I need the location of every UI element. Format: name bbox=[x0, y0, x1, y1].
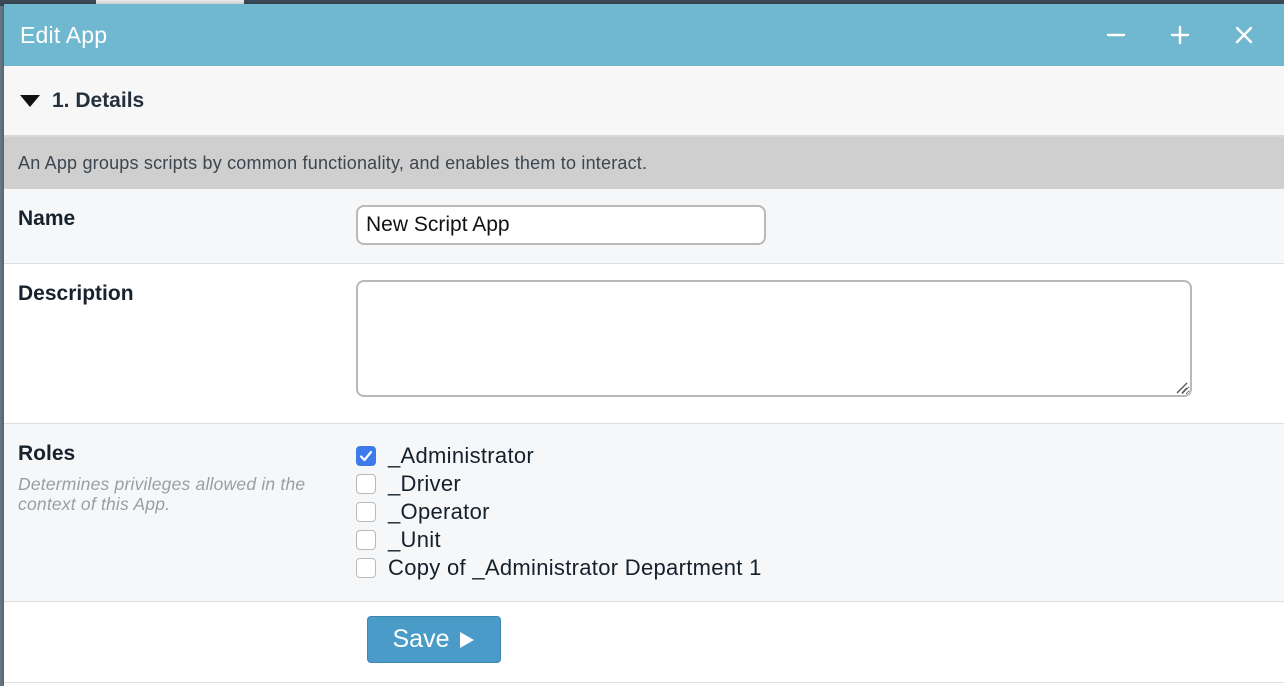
edit-app-dialog: Edit App 1. Details An App groups script… bbox=[4, 4, 1284, 686]
save-row: Save bbox=[4, 602, 1284, 683]
save-label: Save bbox=[392, 625, 450, 653]
minimize-button[interactable] bbox=[1084, 4, 1148, 66]
roles-hint: Determines privileges allowed in the con… bbox=[18, 474, 306, 514]
section-title: 1. Details bbox=[52, 88, 145, 112]
description-label: Description bbox=[18, 282, 134, 305]
checkbox[interactable] bbox=[356, 502, 376, 522]
checkbox[interactable] bbox=[356, 558, 376, 578]
roles-label: Roles bbox=[18, 442, 76, 465]
details-section-header[interactable]: 1. Details bbox=[4, 66, 1284, 137]
checkbox[interactable] bbox=[356, 530, 376, 550]
name-input[interactable] bbox=[356, 205, 766, 245]
caret-down-icon bbox=[20, 94, 40, 108]
role-label: _Operator bbox=[388, 499, 490, 524]
role-label: _Driver bbox=[388, 471, 461, 496]
name-label: Name bbox=[18, 207, 76, 230]
play-arrow-icon bbox=[460, 631, 475, 648]
name-row: Name bbox=[4, 189, 1284, 264]
checkbox[interactable] bbox=[356, 474, 376, 494]
close-icon bbox=[1235, 26, 1253, 44]
plus-icon bbox=[1170, 25, 1190, 45]
window-controls bbox=[1084, 4, 1276, 66]
role-label: _Unit bbox=[388, 527, 441, 552]
roles-list: _Administrator _Driver _Operator _Unit C… bbox=[356, 442, 762, 582]
role-option-unit[interactable]: _Unit bbox=[356, 526, 762, 554]
close-button[interactable] bbox=[1212, 4, 1276, 66]
role-label: Copy of _Administrator Department 1 bbox=[388, 555, 762, 580]
save-button[interactable]: Save bbox=[367, 616, 501, 663]
maximize-button[interactable] bbox=[1148, 4, 1212, 66]
role-option-copy-of-administrator-department-1[interactable]: Copy of _Administrator Department 1 bbox=[356, 554, 762, 582]
description-textarea[interactable] bbox=[356, 280, 1192, 397]
role-option-operator[interactable]: _Operator bbox=[356, 498, 762, 526]
dialog-title: Edit App bbox=[20, 21, 108, 48]
dialog-titlebar[interactable]: Edit App bbox=[4, 4, 1284, 66]
section-description: An App groups scripts by common function… bbox=[4, 137, 1284, 189]
role-option-administrator[interactable]: _Administrator bbox=[356, 442, 762, 470]
role-label: _Administrator bbox=[388, 443, 535, 468]
role-option-driver[interactable]: _Driver bbox=[356, 470, 762, 498]
checkbox-checked[interactable] bbox=[356, 446, 376, 466]
description-row: Description bbox=[4, 264, 1284, 424]
roles-row: Roles Determines privileges allowed in t… bbox=[4, 424, 1284, 602]
minimize-icon bbox=[1106, 33, 1126, 37]
